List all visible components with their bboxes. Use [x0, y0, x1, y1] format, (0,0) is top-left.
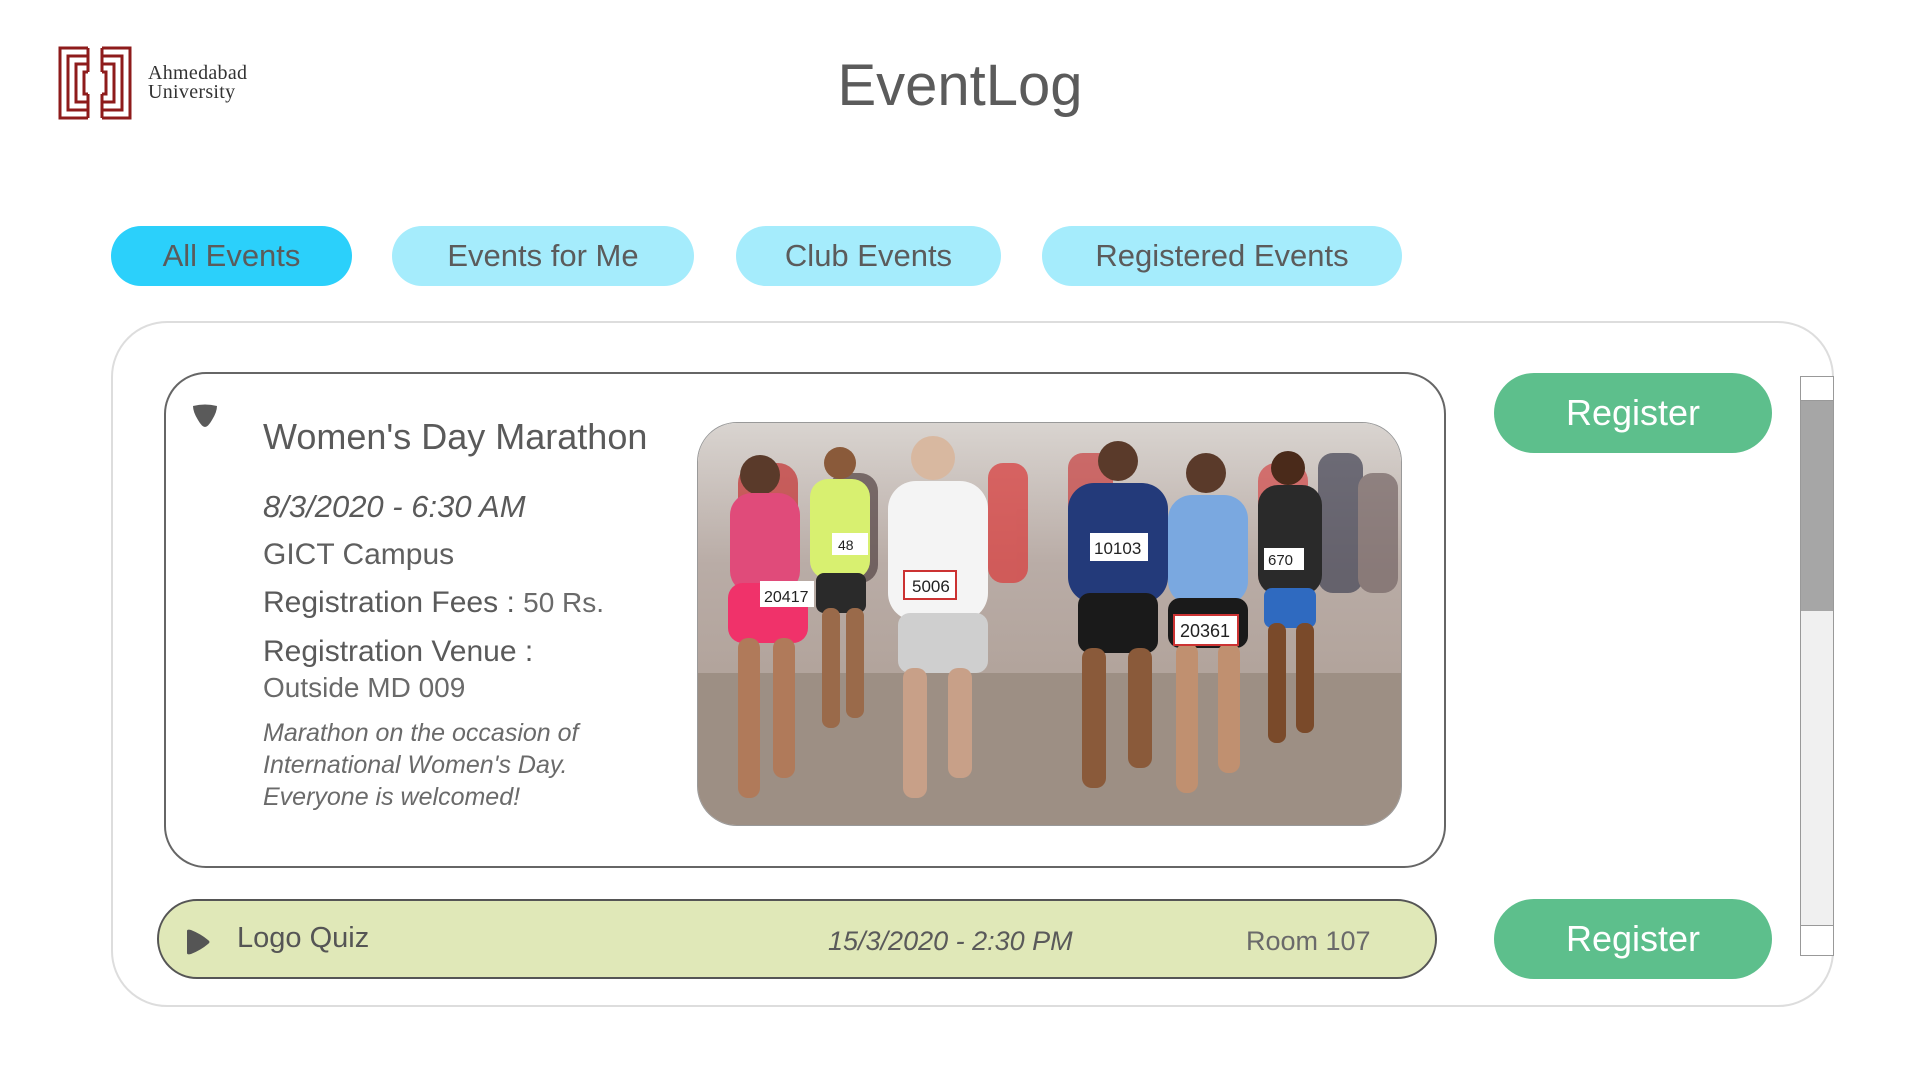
bib-20417: 20417	[764, 589, 809, 606]
event-title: Women's Day Marathon	[263, 416, 648, 457]
fees-label: Registration Fees :	[263, 586, 515, 619]
tab-events-for-me[interactable]: Events for Me	[392, 226, 694, 286]
scroll-thumb[interactable]	[1801, 401, 1833, 611]
scrollbar[interactable]	[1800, 376, 1834, 956]
venue-label: Registration Venue :	[263, 635, 534, 668]
tab-registered-events[interactable]: Registered Events	[1042, 226, 1402, 286]
event-place: Room 107	[1246, 926, 1371, 956]
fees-value: 50 Rs.	[523, 587, 605, 618]
venue-value: Outside MD 009	[263, 672, 466, 703]
chevron-right-icon[interactable]	[183, 927, 213, 957]
page-title: EventLog	[837, 53, 1083, 118]
bib-670: 670	[1268, 552, 1293, 569]
event-place: GICT Campus	[263, 538, 455, 571]
event-description: Marathon on the occasion of Internationa…	[263, 719, 579, 811]
bib-20361: 20361	[1180, 621, 1230, 641]
marathon-photo-illustration: 20417 5006 48 10103 20361 670	[698, 423, 1401, 825]
bib-48: 48	[838, 537, 854, 553]
bib-5006: 5006	[912, 577, 950, 596]
bib-10103: 10103	[1094, 539, 1141, 558]
register-button-event-1[interactable]: Register	[1494, 373, 1772, 453]
registration-fees: Registration Fees : 50 Rs.	[263, 586, 604, 620]
event-date: 15/3/2020 - 2:30 PM	[828, 926, 1073, 956]
tab-club-events[interactable]: Club Events	[736, 226, 1001, 286]
scroll-up-button[interactable]	[1801, 377, 1833, 401]
event-title: Logo Quiz	[237, 922, 370, 954]
chevron-down-icon[interactable]	[190, 402, 220, 432]
tab-all-events[interactable]: All Events	[111, 226, 352, 286]
event-date: 8/3/2020 - 6:30 AM	[263, 489, 526, 524]
event-photo: 20417 5006 48 10103 20361 670	[697, 422, 1402, 826]
scroll-down-button[interactable]	[1801, 925, 1833, 955]
register-button-event-2[interactable]: Register	[1494, 899, 1772, 979]
